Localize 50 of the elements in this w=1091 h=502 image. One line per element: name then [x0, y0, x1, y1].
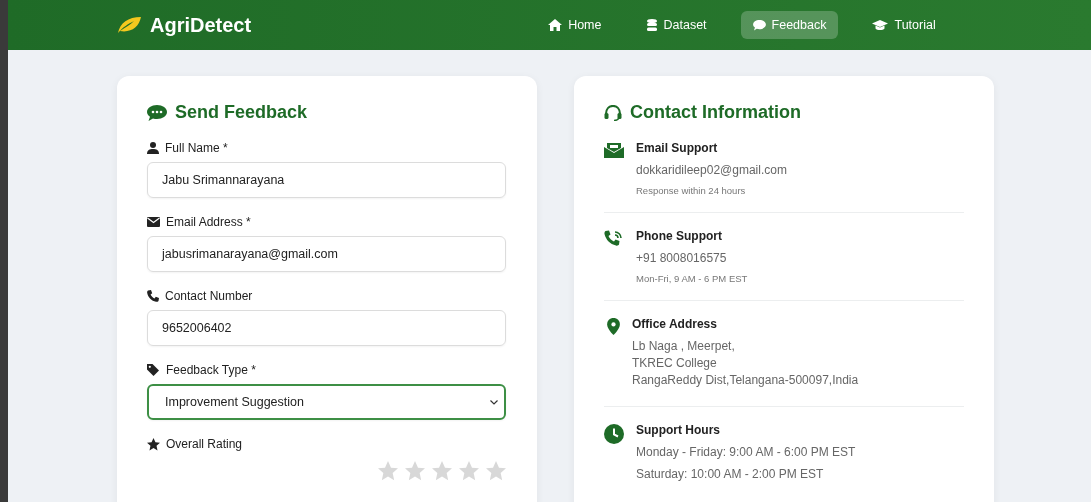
- rating-star[interactable]: [432, 461, 452, 481]
- contact-note: Response within 24 hours: [636, 185, 747, 196]
- rating-star[interactable]: [378, 461, 398, 481]
- field-label: Feedback Type *: [166, 363, 256, 377]
- home-icon: [548, 19, 563, 31]
- dropdown-field[interactable]: Improvement Suggestion: [147, 384, 506, 420]
- user-icon: [147, 142, 159, 154]
- contact-detail: Lb Naga , Meerpet,: [632, 339, 736, 353]
- chat-icon: [752, 19, 766, 31]
- database-icon: [647, 19, 658, 31]
- rating-star[interactable]: [486, 461, 506, 481]
- nav-link[interactable]: Home: [536, 11, 614, 39]
- text-field[interactable]: Jabu Srimannarayana: [147, 162, 506, 198]
- graduation-cap-icon: [872, 19, 889, 31]
- text-field[interactable]: jabusrimanarayana@gmail.com: [147, 236, 506, 272]
- contact-detail: dokkaridileep02@gmail.com: [636, 163, 787, 177]
- brand-name: AgriDetect: [150, 13, 252, 37]
- nav-link[interactable]: Dataset: [635, 11, 719, 39]
- map-pin-icon: [607, 318, 620, 335]
- contact-detail: Monday - Friday: 9:00 AM - 6:00 PM EST: [636, 445, 856, 459]
- clock-icon: [604, 424, 624, 444]
- contact-title: Email Support: [636, 141, 719, 155]
- tag-icon: [147, 364, 160, 376]
- card-title: Contact Information: [630, 102, 801, 123]
- field-label: Full Name *: [165, 141, 228, 155]
- phone-icon: [147, 290, 159, 302]
- envelope-icon: [147, 217, 160, 227]
- text-field[interactable]: 9652006402: [147, 310, 506, 346]
- contact-title: Support Hours: [636, 423, 721, 437]
- contact-title: Office Address: [632, 317, 718, 331]
- rating-star[interactable]: [405, 461, 425, 481]
- contact-detail: +91 8008016575: [636, 251, 728, 265]
- envelope-icon: [604, 142, 624, 158]
- chevron-down-icon: [490, 399, 498, 405]
- contact-note: Mon-Fri, 9 AM - 6 PM EST: [636, 273, 748, 284]
- chat-icon: [147, 104, 167, 121]
- phone-icon: [604, 230, 624, 248]
- headset-icon: [604, 104, 622, 121]
- nav-link[interactable]: Feedback: [740, 11, 839, 39]
- field-label: Overall Rating: [166, 437, 243, 451]
- star-icon: [147, 437, 160, 451]
- nav-link[interactable]: Tutorial: [860, 11, 948, 39]
- contact-detail: TKREC College: [632, 356, 718, 370]
- card-title: Send Feedback: [175, 102, 308, 123]
- rating-star[interactable]: [459, 461, 479, 481]
- contact-title: Phone Support: [636, 229, 723, 243]
- field-label: Email Address *: [166, 215, 251, 229]
- contact-detail: Saturday: 10:00 AM - 2:00 PM EST: [636, 467, 825, 481]
- contact-detail: RangaReddy Dist,Telangana-500097,India: [632, 373, 859, 387]
- field-label: Contact Number: [165, 289, 253, 303]
